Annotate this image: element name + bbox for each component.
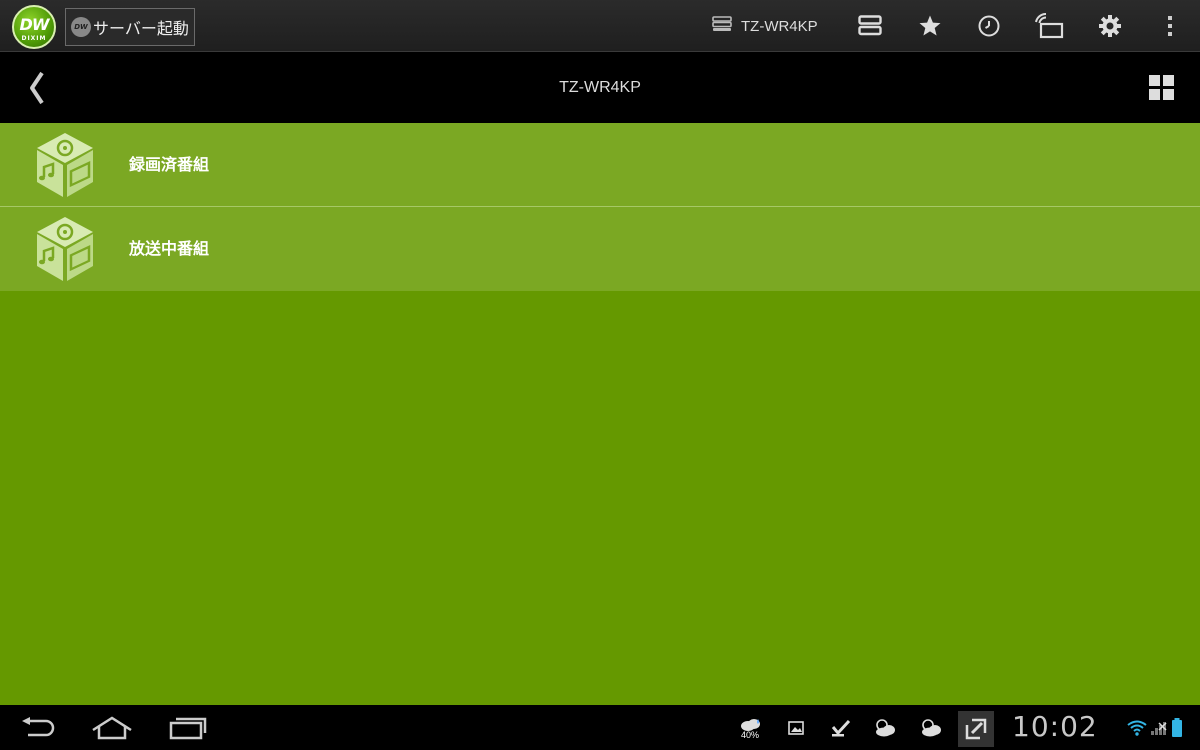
page-title: TZ-WR4KP xyxy=(559,79,641,96)
weather-percent: 40% xyxy=(741,730,760,740)
recent-apps-icon[interactable] xyxy=(168,713,208,743)
gear-icon[interactable] xyxy=(1095,11,1125,41)
media-cube-icon xyxy=(37,133,93,197)
list-item-recorded-programs[interactable]: 録画済番組 xyxy=(0,123,1200,207)
overflow-menu-icon[interactable] xyxy=(1155,11,1185,41)
image-icon[interactable] xyxy=(783,715,809,741)
weather-partly-cloudy-icon[interactable] xyxy=(872,715,898,741)
status-clock: 10:02 xyxy=(1012,710,1098,743)
back-icon[interactable] xyxy=(18,713,58,743)
server-start-label: サーバー起動 xyxy=(93,19,189,38)
download-check-icon[interactable] xyxy=(828,715,854,741)
content-area: 録画済番組 放送中番組 xyxy=(0,123,1200,705)
list-item-label: 録画済番組 xyxy=(129,155,210,174)
clock-icon[interactable] xyxy=(974,11,1004,41)
grid-view-button[interactable] xyxy=(1146,72,1178,104)
media-cube-icon xyxy=(37,217,93,281)
chevron-left-icon xyxy=(30,71,44,105)
list-icon[interactable] xyxy=(855,11,885,41)
list-item-live-programs[interactable]: 放送中番組 xyxy=(0,207,1200,291)
logo-subtext: DIXIM xyxy=(21,35,47,42)
star-icon[interactable] xyxy=(915,11,945,41)
app-logo[interactable]: DW DIXIM xyxy=(12,5,56,49)
server-start-button[interactable]: DW サーバー起動 xyxy=(65,8,195,46)
list-item-label: 放送中番組 xyxy=(129,239,210,258)
battery-icon xyxy=(1168,715,1186,741)
dixim-mini-logo-icon: DW xyxy=(71,17,91,37)
title-bar: TZ-WR4KP xyxy=(0,52,1200,123)
logo-text: DW xyxy=(19,15,50,34)
remote-icon[interactable] xyxy=(1034,11,1064,41)
system-navigation-bar: 40% 10:02 xyxy=(0,705,1200,750)
action-bar: DW DIXIM DW サーバー起動 TZ-WR4KP xyxy=(0,0,1200,52)
grid-view-icon xyxy=(1149,75,1174,100)
home-icon[interactable] xyxy=(90,713,134,743)
server-icon xyxy=(712,16,732,36)
device-name: TZ-WR4KP xyxy=(741,17,818,35)
device-indicator[interactable]: TZ-WR4KP xyxy=(712,14,818,38)
edit-note-icon[interactable] xyxy=(958,711,994,747)
weather-partly-cloudy-icon[interactable] xyxy=(918,715,944,741)
back-button[interactable] xyxy=(22,68,52,108)
